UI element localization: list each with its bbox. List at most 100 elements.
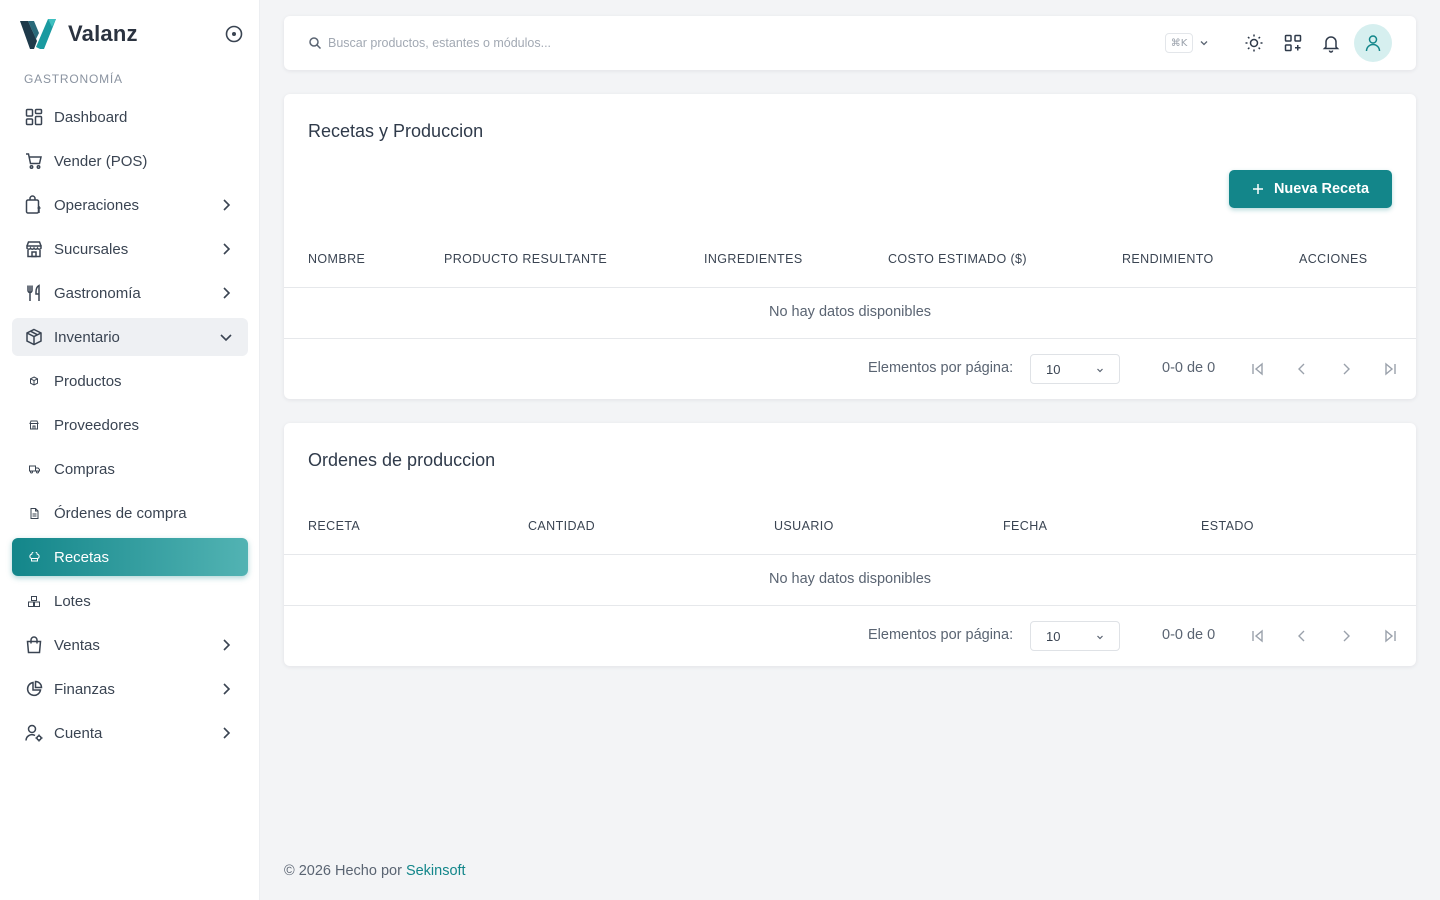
chevron-right-icon — [223, 639, 231, 651]
chevron-down-icon[interactable] — [1198, 37, 1210, 49]
dot-truck-icon — [24, 459, 44, 479]
sidebar-item-finanzas[interactable]: Finanzas — [12, 670, 248, 708]
sidebar-item-label: Proveedores — [54, 416, 140, 434]
footer-link[interactable]: Sekinsoft — [406, 863, 466, 879]
per-page-select[interactable]: 10 — [1030, 354, 1120, 384]
footer: © 2026 Hecho por Sekinsoft — [284, 863, 466, 879]
cart-icon — [24, 151, 44, 171]
recipes-title: Recetas y Produccion — [308, 121, 484, 141]
prev-page-icon[interactable] — [1293, 360, 1311, 378]
sidebar-item-pos[interactable]: Vender (POS) — [12, 142, 248, 180]
bell-icon[interactable] — [1321, 33, 1341, 53]
column-header[interactable]: NOMBRE — [308, 252, 365, 266]
column-header[interactable]: INGREDIENTES — [704, 252, 803, 266]
sidebar-item-productos[interactable]: Productos — [12, 362, 248, 400]
first-page-icon[interactable] — [1249, 627, 1267, 645]
search-icon — [309, 37, 322, 50]
per-page-value: 10 — [1046, 628, 1061, 644]
sidebar-item-ventas[interactable]: Ventas — [12, 626, 248, 664]
last-page-icon[interactable] — [1381, 360, 1399, 378]
recipes-card: Recetas y Produccion Nueva Receta NOMBRE… — [284, 94, 1416, 399]
sidebar-toggle-icon[interactable] — [224, 24, 244, 44]
shortcut-badge: ⌘K — [1165, 33, 1193, 53]
search-input[interactable] — [328, 32, 928, 54]
sidebar-item-label: Dashboard — [54, 108, 128, 126]
brand-name: Valanz — [68, 21, 138, 46]
per-page-label: Elementos por página: — [868, 627, 1014, 643]
chevron-right-icon — [223, 683, 231, 695]
sidebar-item-label: Inventario — [54, 328, 120, 346]
sidebar-item-label: Órdenes de compra — [54, 504, 187, 522]
sidebar-item-label: Vender (POS) — [54, 152, 148, 170]
per-page-select[interactable]: 10 — [1030, 621, 1120, 651]
user-gear-icon — [24, 723, 44, 743]
column-header[interactable]: COSTO ESTIMADO ($) — [888, 252, 1027, 266]
new-recipe-button[interactable]: Nueva Receta — [1229, 170, 1392, 208]
sidebar-item-lotes[interactable]: Lotes — [12, 582, 248, 620]
column-header[interactable]: RENDIMIENTO — [1122, 252, 1214, 266]
orders-title: Ordenes de produccion — [308, 450, 496, 470]
chevron-right-icon — [223, 727, 231, 739]
sidebar-item-dashboard[interactable]: Dashboard — [12, 98, 248, 136]
user-icon — [1365, 35, 1381, 52]
column-header[interactable]: CANTIDAD — [528, 519, 595, 533]
column-header[interactable]: ESTADO — [1201, 519, 1254, 533]
sidebar-item-label: Recetas — [54, 548, 110, 566]
sidebar-item-operaciones[interactable]: Operaciones — [12, 186, 248, 224]
store-icon — [24, 239, 44, 259]
page-range: 0-0 de 0 — [1162, 360, 1216, 376]
sidebar-item-label: Operaciones — [54, 196, 140, 214]
next-page-icon[interactable] — [1337, 627, 1355, 645]
sidebar-item-compras[interactable]: Compras — [12, 450, 248, 488]
chevron-right-icon — [223, 199, 231, 211]
dot-file-icon — [24, 503, 44, 523]
page-range: 0-0 de 0 — [1162, 627, 1216, 643]
sidebar-item-inventario[interactable]: Inventario — [12, 318, 248, 356]
sidebar-item-label: Cuenta — [54, 724, 103, 742]
sidebar-item-proveedores[interactable]: Proveedores — [12, 406, 248, 444]
column-header[interactable]: FECHA — [1003, 519, 1047, 533]
column-header[interactable]: PRODUCTO RESULTANTE — [444, 252, 607, 266]
first-page-icon[interactable] — [1249, 360, 1267, 378]
divider — [284, 287, 1416, 288]
new-recipe-label: Nueva Receta — [1273, 181, 1370, 197]
prev-page-icon[interactable] — [1293, 627, 1311, 645]
production-orders-card: Ordenes de produccion RECETA CANTIDAD US… — [284, 423, 1416, 666]
chevron-right-icon — [223, 287, 231, 299]
column-header[interactable]: RECETA — [308, 519, 360, 533]
sun-icon[interactable] — [1244, 33, 1264, 53]
sidebar-item-recetas[interactable]: Recetas — [12, 538, 248, 576]
sidebar-item-label: Lotes — [54, 592, 91, 610]
apps-icon[interactable] — [1283, 33, 1303, 53]
topbar: ⌘K — [284, 16, 1416, 70]
sidebar-item-ordenes-compra[interactable]: Órdenes de compra — [12, 494, 248, 532]
dot-box-icon — [24, 371, 44, 391]
plus-icon — [1252, 184, 1263, 194]
column-header[interactable]: ACCIONES — [1299, 252, 1368, 266]
dashboard-icon — [24, 107, 44, 127]
sidebar-item-gastronomia[interactable]: Gastronomía — [12, 274, 248, 312]
sidebar-item-label: Ventas — [54, 636, 100, 654]
sidebar-item-cuenta[interactable]: Cuenta — [12, 714, 248, 752]
sidebar-item-label: Sucursales — [54, 240, 129, 258]
next-page-icon[interactable] — [1337, 360, 1355, 378]
brand[interactable]: Valanz — [18, 16, 248, 52]
empty-message: No hay datos disponibles — [768, 304, 932, 320]
box-icon — [24, 327, 44, 347]
boxes-icon — [24, 591, 44, 611]
column-header[interactable]: USUARIO — [774, 519, 834, 533]
sidebar-item-sucursales[interactable]: Sucursales — [12, 230, 248, 268]
avatar[interactable] — [1354, 24, 1392, 62]
sidebar-item-label: Productos — [54, 372, 122, 390]
footer-text: © 2026 Hecho por — [284, 863, 406, 879]
chef-hat-icon — [24, 547, 44, 567]
chevron-down-icon — [1097, 368, 1103, 373]
valanz-logo-icon — [20, 19, 56, 49]
sidebar-item-label: Gastronomía — [54, 284, 141, 302]
sidebar: Valanz GASTRONOMÍA Dashboard Vender (POS… — [0, 0, 260, 900]
per-page-label: Elementos por página: — [868, 360, 1014, 376]
last-page-icon[interactable] — [1381, 627, 1399, 645]
bag-icon — [24, 635, 44, 655]
utensils-icon — [24, 283, 44, 303]
sidebar-item-label: Compras — [54, 460, 115, 478]
